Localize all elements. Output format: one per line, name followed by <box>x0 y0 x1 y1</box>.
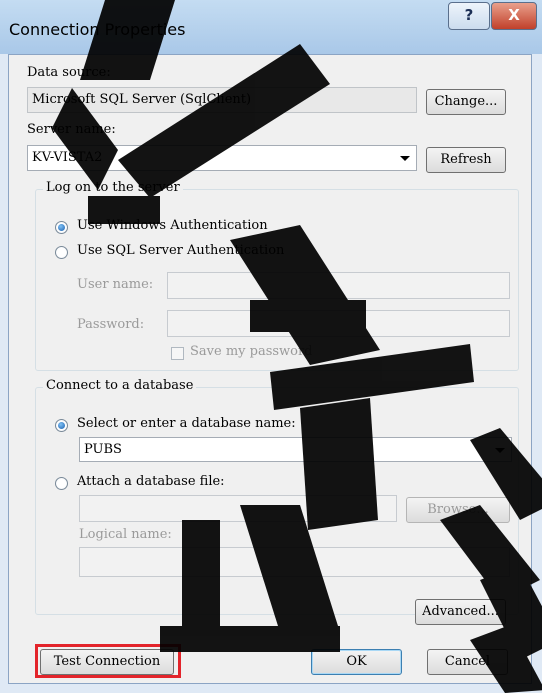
close-icon: X <box>508 6 520 24</box>
database-name-combobox[interactable]: PUBS <box>79 437 512 462</box>
change-button[interactable]: Change... <box>426 89 506 115</box>
server-name-label: Server name: <box>27 122 116 137</box>
browse-button-label: Browse... <box>427 502 489 517</box>
logical-name-label: Logical name: <box>79 527 172 542</box>
help-button[interactable]: ? <box>448 2 490 30</box>
sql-auth-radio[interactable] <box>55 246 68 259</box>
windows-auth-label[interactable]: Use Windows Authentication <box>77 218 268 233</box>
advanced-button-label: Advanced... <box>422 604 499 619</box>
database-group-title: Connect to a database <box>43 378 197 393</box>
refresh-button-label: Refresh <box>440 152 492 167</box>
attach-db-label[interactable]: Attach a database file: <box>77 474 225 489</box>
refresh-button[interactable]: Refresh <box>426 147 506 173</box>
attach-db-radio[interactable] <box>55 477 68 490</box>
save-password-checkbox[interactable] <box>171 347 184 360</box>
ok-button[interactable]: OK <box>311 649 402 675</box>
logical-name-input[interactable] <box>79 547 510 577</box>
sql-auth-label[interactable]: Use SQL Server Authentication <box>77 243 284 258</box>
chevron-down-icon[interactable] <box>400 156 410 161</box>
test-connection-highlight <box>35 644 181 678</box>
browse-button[interactable]: Browse... <box>406 497 510 523</box>
title-bar: Connection Properties ? X <box>0 0 542 54</box>
server-name-value: KV-VISTA2 <box>32 150 103 165</box>
password-label: Password: <box>77 317 145 332</box>
server-name-combobox[interactable]: KV-VISTA2 <box>27 145 417 171</box>
close-button[interactable]: X <box>491 2 537 30</box>
cancel-button-label: Cancel <box>444 654 491 669</box>
help-icon: ? <box>464 6 474 24</box>
chevron-down-icon[interactable] <box>495 448 505 453</box>
advanced-button[interactable]: Advanced... <box>415 599 506 625</box>
username-input[interactable] <box>167 272 510 299</box>
database-file-input[interactable] <box>79 495 397 522</box>
select-db-label[interactable]: Select or enter a database name: <box>77 416 296 431</box>
ok-button-label: OK <box>346 654 367 669</box>
password-input[interactable] <box>167 310 510 337</box>
windows-auth-radio[interactable] <box>55 221 68 234</box>
dialog-body: Data source: Microsoft SQL Server (SqlCl… <box>8 54 532 684</box>
save-password-label: Save my password <box>190 344 313 359</box>
data-source-value: Microsoft SQL Server (SqlClient) <box>32 92 252 107</box>
data-source-field: Microsoft SQL Server (SqlClient) <box>27 87 417 113</box>
window-title: Connection Properties <box>9 20 186 39</box>
cancel-button[interactable]: Cancel <box>427 649 508 675</box>
select-db-radio[interactable] <box>55 419 68 432</box>
database-name-value: PUBS <box>84 442 122 457</box>
username-label: User name: <box>77 277 154 292</box>
change-button-label: Change... <box>434 94 498 109</box>
logon-group-title: Log on to the server <box>43 180 183 195</box>
data-source-label: Data source: <box>27 65 111 80</box>
